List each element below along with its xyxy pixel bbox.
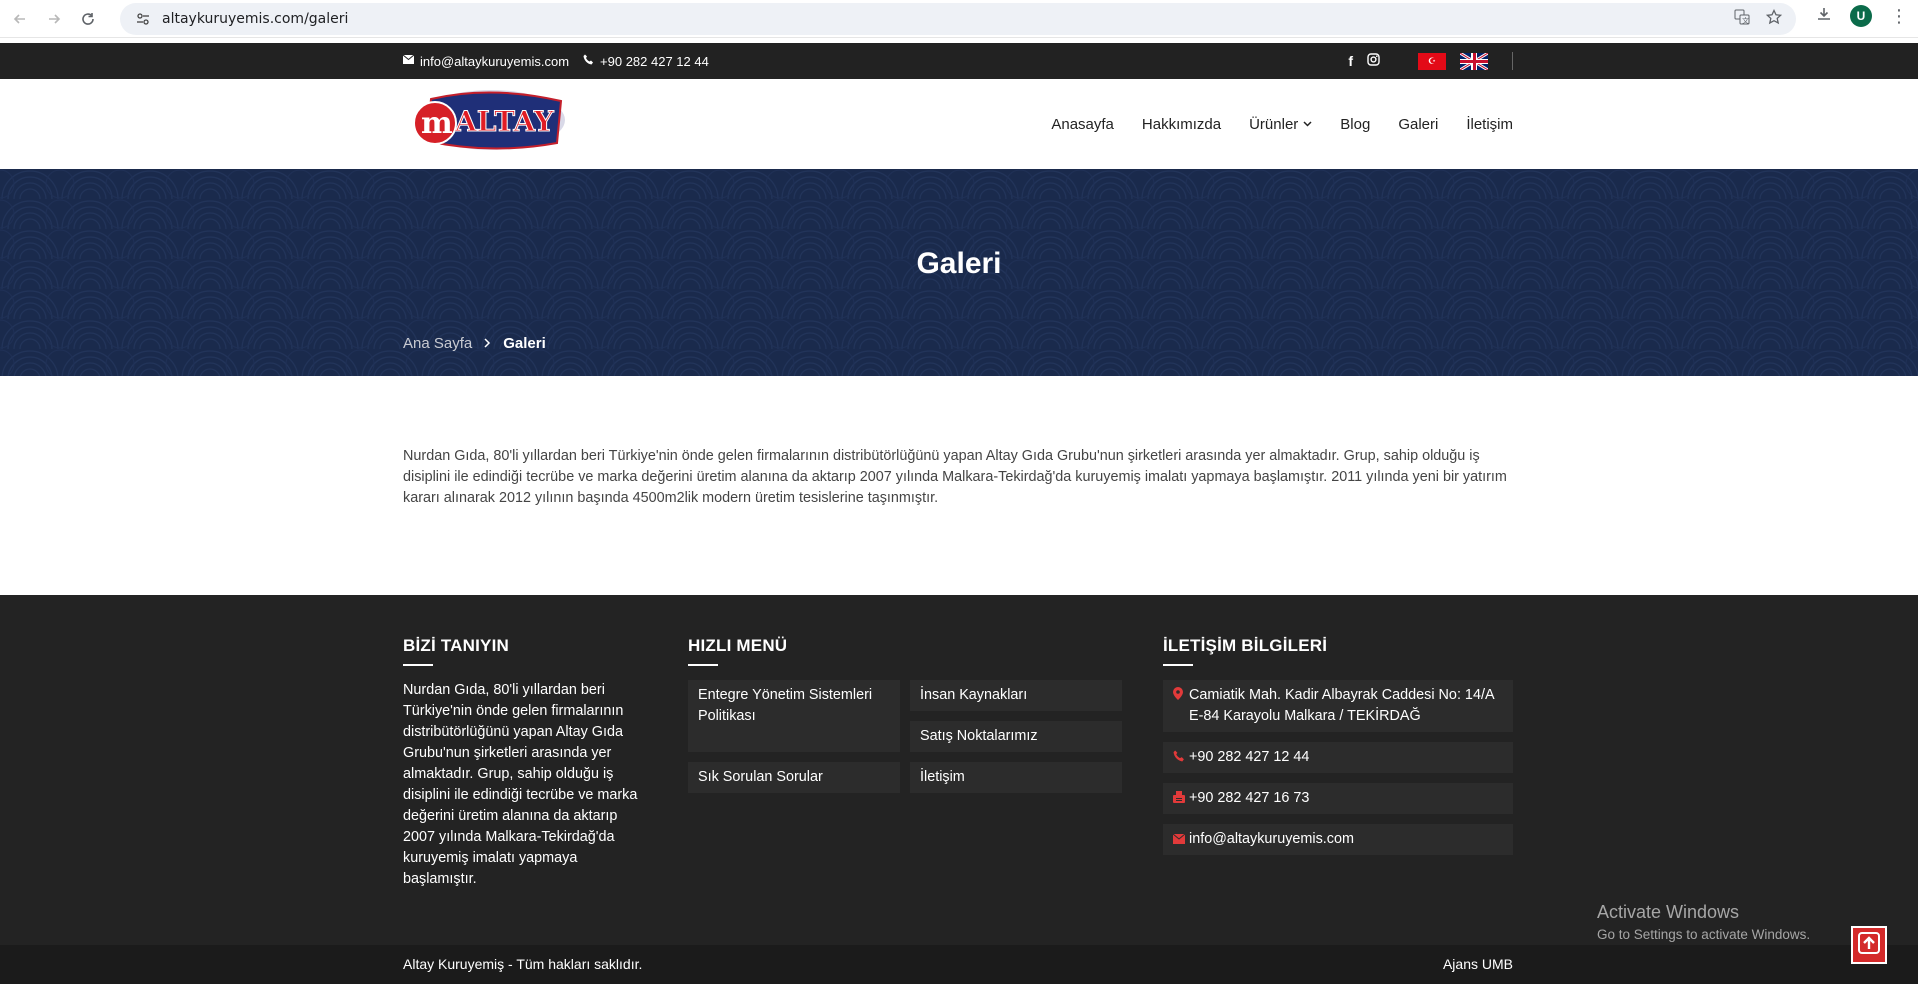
main-navigation: Anasayfa Hakkımızda Ürünler Blog Galeri … <box>1051 79 1513 169</box>
nav-urunler[interactable]: Ürünler <box>1249 116 1312 133</box>
address-bar[interactable]: altaykuruyemis.com/galeri 文 <box>120 3 1796 35</box>
bookmark-star-icon[interactable] <box>1765 8 1783 29</box>
agency-link[interactable]: Ajans UMB <box>1443 956 1513 972</box>
topbar-phone[interactable]: +90 282 427 12 44 <box>583 54 709 69</box>
site-header: m ALTAY Anasayfa Hakkımızda Ürünler Blog… <box>0 79 1918 169</box>
logo-m: m <box>421 106 453 141</box>
browser-toolbar: altaykuruyemis.com/galeri 文 U ⋮ <box>0 0 1918 38</box>
nav-iletisim[interactable]: İletişim <box>1466 116 1513 133</box>
more-menu-icon[interactable]: ⋮ <box>1890 7 1908 25</box>
nav-galeri[interactable]: Galeri <box>1398 116 1438 133</box>
breadcrumb-current: Galeri <box>503 335 546 352</box>
profile-avatar[interactable]: U <box>1850 5 1872 27</box>
site-settings-icon[interactable] <box>134 10 152 28</box>
footer-link-sss[interactable]: Sık Sorulan Sorular <box>688 762 900 793</box>
phone-icon <box>583 54 594 68</box>
arrow-up-icon <box>1858 931 1880 959</box>
url-text: altaykuruyemis.com/galeri <box>162 11 349 27</box>
topbar-email[interactable]: info@altaykuruyemis.com <box>402 53 570 69</box>
contact-email-text: info@altaykuruyemis.com <box>1189 831 1354 847</box>
reload-button[interactable] <box>74 5 102 33</box>
forward-button[interactable] <box>40 5 68 33</box>
activate-title: Activate Windows <box>1597 902 1740 922</box>
contact-fax-text: +90 282 427 16 73 <box>1189 790 1310 806</box>
footer-menu-title: HIZLI MENÜ <box>688 636 1124 666</box>
intro-paragraph: Nurdan Gıda, 80'li yıllardan beri Türkiy… <box>403 448 1507 506</box>
nav-anasayfa[interactable]: Anasayfa <box>1051 116 1114 133</box>
back-button[interactable] <box>6 5 34 33</box>
fax-icon <box>1173 788 1185 809</box>
turkish-flag-icon[interactable]: ☪ <box>1418 52 1446 70</box>
logo-text: ALTAY <box>454 105 555 138</box>
footer-about-title: BİZİ TANIYIN <box>403 636 653 666</box>
map-marker-icon <box>1173 685 1185 727</box>
topbar-phone-text: +90 282 427 12 44 <box>600 53 709 69</box>
footer-about: BİZİ TANIYIN Nurdan Gıda, 80'li yıllarda… <box>403 636 653 890</box>
site-footer: BİZİ TANIYIN Nurdan Gıda, 80'li yıllarda… <box>0 595 1918 945</box>
top-info-bar: info@altaykuruyemis.com +90 282 427 12 4… <box>0 43 1918 79</box>
topbar-divider <box>1512 52 1513 70</box>
contact-address: Camiatik Mah. Kadir Albayrak Caddesi No:… <box>1163 680 1513 732</box>
instagram-icon[interactable] <box>1367 53 1380 69</box>
contact-address-text: Camiatik Mah. Kadir Albayrak Caddesi No:… <box>1189 687 1494 724</box>
svg-text:文: 文 <box>1742 16 1749 25</box>
nav-urunler-label: Ürünler <box>1249 115 1299 133</box>
arrow-left-icon <box>13 13 25 24</box>
footer-contact: İLETİŞİM BİLGİLERİ Camiatik Mah. Kadir A… <box>1163 636 1513 855</box>
footer-link-insan-kaynaklari[interactable]: İnsan Kaynakları <box>910 680 1122 711</box>
envelope-icon <box>402 54 415 67</box>
scroll-to-top-button[interactable] <box>1851 926 1887 964</box>
footer-quick-menu: HIZLI MENÜ Entegre Yönetim Sistemleri Po… <box>688 636 1124 793</box>
footer-contact-title: İLETİŞİM BİLGİLERİ <box>1163 636 1513 666</box>
nav-hakkimizda[interactable]: Hakkımızda <box>1142 116 1221 133</box>
chevron-right-icon <box>484 336 491 351</box>
contact-phone-text: +90 282 427 12 44 <box>1189 749 1310 765</box>
footer-link-iletisim[interactable]: İletişim <box>910 762 1122 793</box>
footer-about-text: Nurdan Gıda, 80'li yıllardan beri Türkiy… <box>403 682 638 887</box>
site-logo[interactable]: m ALTAY <box>411 85 567 155</box>
facebook-icon[interactable]: f <box>1348 53 1353 69</box>
arrow-right-icon <box>49 13 61 24</box>
contact-email[interactable]: info@altaykuruyemis.com <box>1163 824 1513 855</box>
chevron-down-icon <box>1303 119 1312 129</box>
reload-icon <box>82 12 94 25</box>
breadcrumb: Ana Sayfa Galeri <box>403 335 546 352</box>
activate-subtitle: Go to Settings to activate Windows. <box>1597 927 1811 942</box>
uk-flag-icon[interactable] <box>1460 52 1488 70</box>
phone-icon <box>1173 747 1185 768</box>
breadcrumb-home[interactable]: Ana Sayfa <box>403 335 472 352</box>
download-icon[interactable] <box>1816 6 1832 27</box>
translate-icon[interactable]: 文 <box>1734 9 1750 29</box>
nav-blog[interactable]: Blog <box>1340 116 1370 133</box>
envelope-icon <box>1172 829 1186 850</box>
copyright-bar: Altay Kuruyemiş - Tüm hakları saklıdır. … <box>0 945 1918 984</box>
page-banner: Galeri Ana Sayfa Galeri <box>0 169 1918 376</box>
page-title: Galeri <box>916 247 1002 280</box>
footer-link-satis-noktalari[interactable]: Satış Noktalarımız <box>910 721 1122 752</box>
copyright-text: Altay Kuruyemiş - Tüm hakları saklıdır. <box>403 956 643 972</box>
contact-phone[interactable]: +90 282 427 12 44 <box>1163 742 1513 773</box>
tr-flag-symbol: ☪ <box>1427 55 1437 66</box>
activate-windows-watermark: Activate Windows Go to Settings to activ… <box>1597 902 1810 942</box>
footer-link-entegre[interactable]: Entegre Yönetim Sistemleri Politikası <box>688 680 900 752</box>
topbar-email-text: info@altaykuruyemis.com <box>420 53 570 69</box>
contact-fax: +90 282 427 16 73 <box>1163 783 1513 814</box>
